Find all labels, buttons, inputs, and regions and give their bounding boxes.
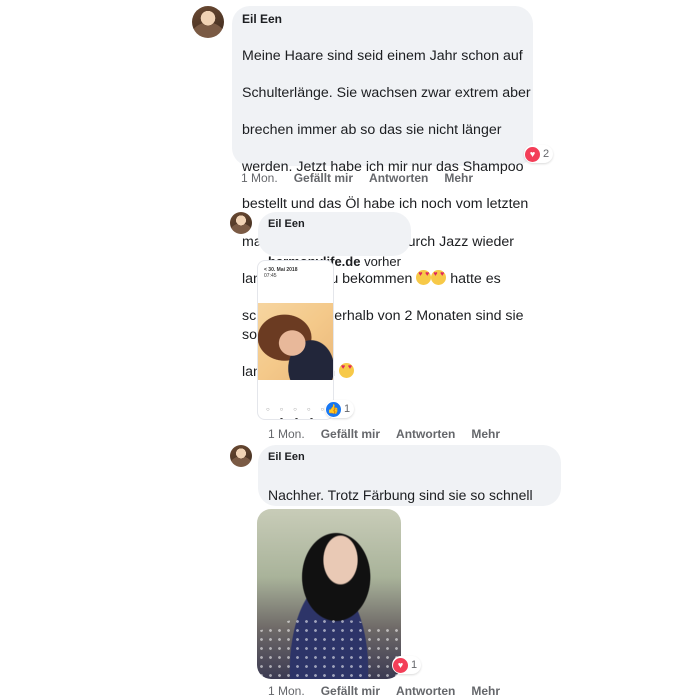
- more-button[interactable]: Mehr: [471, 684, 500, 698]
- reaction-summary[interactable]: ♥ 2: [524, 145, 554, 163]
- more-button[interactable]: Mehr: [444, 171, 473, 185]
- reply-button[interactable]: Antworten: [369, 171, 428, 185]
- timestamp[interactable]: 1 Mon.: [268, 684, 305, 698]
- timestamp[interactable]: 1 Mon.: [268, 427, 305, 441]
- like-button[interactable]: Gefällt mir: [321, 684, 380, 698]
- more-button[interactable]: Mehr: [471, 427, 500, 441]
- like-button[interactable]: Gefällt mir: [294, 171, 353, 185]
- heart-reaction-icon: ♥: [525, 146, 540, 162]
- page-indicator: [280, 418, 313, 419]
- heart-reaction-icon: ♥: [393, 657, 408, 673]
- comment-actions: 1 Mon. Gefällt mir Antworten Mehr: [268, 684, 500, 698]
- reply-button[interactable]: Antworten: [396, 684, 455, 698]
- screenshot-time: 07:45: [264, 273, 277, 279]
- thumbs-up-reaction-icon: 👍: [326, 401, 341, 417]
- comment-actions: 1 Mon. Gefällt mir Antworten Mehr: [268, 427, 500, 441]
- reply-button[interactable]: Antworten: [396, 427, 455, 441]
- comment-author[interactable]: Eil Een: [242, 12, 282, 26]
- comment-author[interactable]: Eil Een: [268, 218, 305, 230]
- heart-eyes-emoji-icon: [416, 269, 432, 285]
- like-button[interactable]: Gefällt mir: [321, 427, 380, 441]
- selfie-photo: [258, 303, 333, 380]
- reaction-summary[interactable]: ♥ 1: [392, 656, 422, 674]
- comment-actions: 1 Mon. Gefällt mir Antworten Mehr: [241, 171, 473, 185]
- screenshot-toolbar: ○ ○ ○ ○ ○: [266, 407, 325, 413]
- heart-eyes-emoji-icon: [431, 269, 447, 285]
- heart-eyes-emoji-icon: [339, 362, 355, 378]
- timestamp[interactable]: 1 Mon.: [241, 171, 278, 185]
- reaction-summary[interactable]: 👍 1: [325, 400, 355, 418]
- comment-author[interactable]: Eil Een: [268, 451, 305, 463]
- attached-photo[interactable]: [257, 509, 401, 679]
- avatar[interactable]: [230, 212, 252, 234]
- attached-screenshot[interactable]: < 30. Mai 2018 07:45 ○ ○ ○ ○ ○: [257, 260, 334, 420]
- avatar[interactable]: [230, 445, 252, 467]
- avatar[interactable]: [192, 6, 224, 38]
